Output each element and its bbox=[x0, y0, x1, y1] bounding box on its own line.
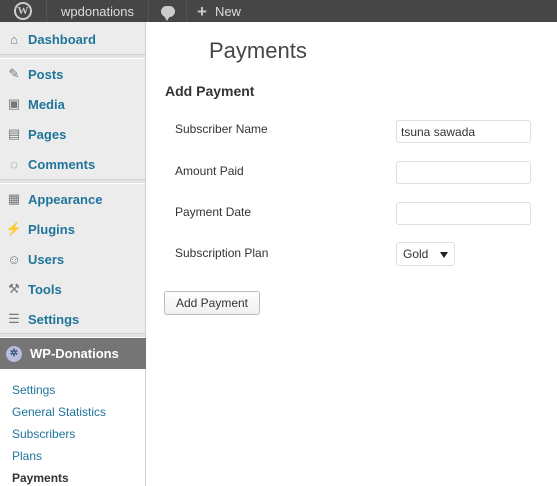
page-title: Payments bbox=[209, 38, 307, 63]
new-label: New bbox=[214, 3, 241, 19]
submenu-item-plans[interactable]: Plans bbox=[12, 449, 42, 463]
submenu-item-general-statistics[interactable]: General Statistics bbox=[12, 405, 106, 419]
comments-button[interactable] bbox=[149, 0, 187, 22]
main-content: Payments Add Payment Subscriber Name Amo… bbox=[146, 22, 557, 486]
sidebar-item-comments[interactable]: ◌ Comments bbox=[0, 149, 145, 179]
wordpress-logo-icon: W bbox=[14, 2, 32, 20]
home-icon: ⌂ bbox=[10, 31, 18, 47]
sidebar-item-label: Settings bbox=[28, 311, 80, 327]
sidebar-item-label: Appearance bbox=[28, 191, 103, 207]
sidebar-item-settings[interactable]: ☰ Settings bbox=[0, 304, 145, 334]
sidebar-item-pages[interactable]: ▤ Pages bbox=[0, 119, 145, 149]
sidebar-item-label: Dashboard bbox=[28, 31, 96, 47]
subscription-plan-value: Gold bbox=[403, 247, 429, 261]
sidebar-item-appearance[interactable]: ▦ Appearance bbox=[0, 184, 145, 214]
pages-icon: ▤ bbox=[7, 126, 21, 141]
users-icon: ☺ bbox=[7, 251, 21, 267]
sidebar-item-label: Pages bbox=[28, 126, 67, 142]
submenu-item-payments[interactable]: Payments bbox=[12, 471, 69, 485]
pin-icon: ✎ bbox=[8, 66, 20, 81]
comment-icon: ◌ bbox=[10, 156, 18, 172]
sidebar-item-label: Plugins bbox=[28, 221, 75, 237]
dropdown-caret-icon bbox=[440, 251, 448, 258]
add-payment-button[interactable]: Add Payment bbox=[164, 291, 260, 315]
submenu-item-settings[interactable]: Settings bbox=[12, 383, 55, 397]
payment-date-label: Payment Date bbox=[175, 205, 252, 219]
submenu-item-subscribers[interactable]: Subscribers bbox=[12, 427, 75, 441]
media-icon: ▣ bbox=[7, 96, 21, 111]
sidebar-item-posts[interactable]: ✎ Posts bbox=[0, 59, 145, 89]
sidebar-item-label: Comments bbox=[28, 156, 96, 172]
site-name-link[interactable]: wpdonations bbox=[47, 0, 149, 22]
sidebar-item-label: Posts bbox=[28, 66, 64, 82]
wordpress-logo-button[interactable]: W bbox=[0, 0, 47, 22]
new-content-button[interactable]: + New bbox=[187, 0, 251, 22]
subscriber-name-input[interactable] bbox=[396, 120, 531, 143]
sidebar-item-label: Users bbox=[28, 251, 65, 267]
subscription-plan-select[interactable]: Gold bbox=[396, 242, 455, 266]
sidebar-item-label: WP-Donations bbox=[30, 346, 119, 361]
plus-icon: + bbox=[197, 1, 207, 21]
plugin-icon: ⚡ bbox=[5, 221, 23, 236]
sidebar-item-label: Media bbox=[28, 96, 65, 112]
appearance-icon: ▦ bbox=[7, 191, 21, 206]
admin-sidebar: ⌂ Dashboard ✎ Posts ▣ Media ▤ Pages ◌ Co… bbox=[0, 22, 154, 486]
sidebar-item-dashboard[interactable]: ⌂ Dashboard bbox=[0, 24, 145, 54]
sidebar-item-label: Tools bbox=[28, 281, 62, 297]
payment-date-input[interactable] bbox=[396, 202, 531, 225]
tools-icon: ⚒ bbox=[8, 281, 20, 296]
sidebar-item-users[interactable]: ☺ Users bbox=[0, 244, 145, 274]
gear-icon: ✲ bbox=[6, 345, 22, 362]
sidebar-item-tools[interactable]: ⚒ Tools bbox=[0, 274, 145, 304]
comment-bubble-icon bbox=[160, 5, 175, 21]
section-title: Add Payment bbox=[165, 83, 255, 99]
sidebar-item-wp-donations[interactable]: ✲ WP-Donations bbox=[0, 338, 154, 369]
amount-paid-input[interactable] bbox=[396, 161, 531, 184]
settings-icon: ☰ bbox=[8, 311, 20, 326]
sidebar-item-media[interactable]: ▣ Media bbox=[0, 89, 145, 119]
subscription-plan-label: Subscription Plan bbox=[175, 246, 269, 260]
wp-donations-submenu: Settings General Statistics Subscribers … bbox=[0, 369, 145, 486]
sidebar-item-plugins[interactable]: ⚡ Plugins bbox=[0, 214, 145, 244]
amount-paid-label: Amount Paid bbox=[175, 164, 244, 178]
admin-bar: W wpdonations + New bbox=[0, 0, 557, 22]
subscriber-name-label: Subscriber Name bbox=[175, 122, 268, 136]
